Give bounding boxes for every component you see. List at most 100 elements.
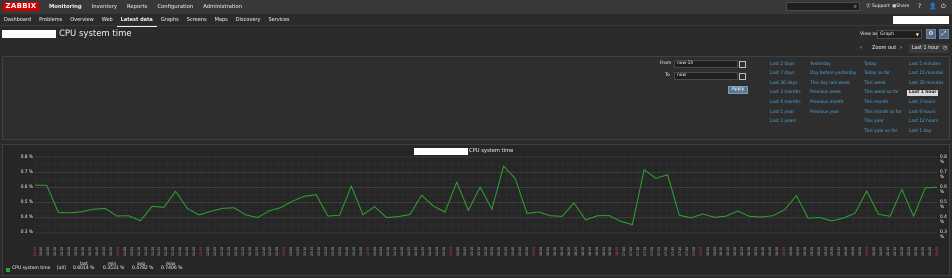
quick-range-link[interactable]: Last 1 day (909, 129, 931, 135)
quick-range-link[interactable]: Today so far (864, 71, 890, 77)
submenu-problems[interactable]: Problems (35, 14, 66, 28)
submenu-graphs[interactable]: Graphs (157, 14, 183, 28)
submenu-maps[interactable]: Maps (211, 14, 232, 28)
title-bar (0, 27, 952, 42)
quick-range-link[interactable]: Last 2 years (770, 119, 796, 125)
quick-range-link[interactable]: Last 30 minutes (909, 81, 944, 87)
fullscreen-button[interactable]: ⤢ (939, 29, 949, 39)
y-tick-label: 0.8 % (20, 155, 33, 160)
quick-range-link[interactable]: Last 3 hours (909, 100, 936, 106)
time-prev-button[interactable]: ‹ (860, 42, 862, 55)
x-tick-label: 14:30 (414, 246, 419, 256)
x-tick-label: 13:15 (310, 246, 314, 256)
legend-avg-value: 0.4782 % (132, 266, 154, 271)
x-tick-label: 11:40 (178, 246, 183, 256)
quick-range-link[interactable]: This month so far (864, 110, 902, 116)
x-tick-label: 18:25 (740, 246, 745, 256)
user-profile-icon[interactable]: 👤 (929, 0, 936, 14)
x-tick-label: 19:30 (830, 246, 835, 256)
quick-range-link[interactable]: This week (864, 81, 885, 87)
submenu-overview[interactable]: Overview (66, 14, 98, 28)
from-input[interactable]: now-1h (674, 60, 738, 68)
quick-range-link[interactable]: Today (864, 62, 876, 68)
submenu-services[interactable]: Services (264, 14, 293, 28)
quick-range-link[interactable]: Last 12 hours (909, 119, 938, 125)
x-tick-label: 11:35 (171, 246, 176, 256)
quick-range-link[interactable]: Last 7 days (770, 71, 795, 77)
clock-icon: ◷ (942, 46, 947, 51)
time-next-button[interactable]: › (900, 42, 902, 55)
x-tick-label: 17:10 (636, 246, 641, 256)
x-tick-label: 14:55 (448, 246, 453, 256)
graph-title: CPU system time (469, 148, 514, 154)
logout-icon[interactable]: ⏻ (941, 0, 946, 14)
quick-range-link[interactable]: Last 6 hours (909, 110, 936, 116)
x-tick-label: 16:55 (615, 246, 620, 256)
menu-inventory[interactable]: Inventory (87, 0, 122, 14)
quick-range-link[interactable]: Previous month (810, 100, 843, 106)
y-tick-label-right: 0.5 % (940, 200, 947, 210)
x-tick-label: 20:20 (899, 246, 904, 256)
quick-range-link[interactable]: Day before yesterday (810, 71, 856, 77)
x-tick-label: 15:10 (469, 246, 474, 256)
submenu-web[interactable]: Web (98, 14, 117, 28)
x-tick-label: 19:15 (809, 246, 814, 256)
quick-range-link[interactable]: Previous year (810, 110, 839, 116)
x-tick-label: 15:30 (497, 246, 502, 256)
quick-range-link[interactable]: This week so far (864, 90, 899, 96)
menu-administration[interactable]: Administration (198, 0, 247, 14)
support-link[interactable]: Ⓩ Support (866, 0, 890, 14)
y-tick-label-right: 0.6 % (940, 185, 947, 195)
to-input[interactable]: now (674, 72, 738, 80)
quick-range-link[interactable]: Last 1 year (770, 110, 794, 116)
x-tick-label: 11:25 (157, 246, 162, 256)
x-tick-label: 12:10 (219, 246, 224, 256)
redacted-host-name (414, 148, 468, 155)
global-search-input[interactable]: ⌕ (786, 2, 860, 11)
x-tick-label: 19:40 (844, 246, 849, 256)
quick-range-link[interactable]: This year (864, 119, 884, 125)
submenu-dashboard[interactable]: Dashboard (0, 14, 35, 28)
quick-range-link[interactable]: This day last week (810, 81, 850, 87)
view-as-select[interactable]: Graph ▼ (877, 30, 922, 39)
x-tick-label: 20:40 (927, 246, 932, 256)
x-tick-label: 15:40 (511, 246, 516, 256)
zabbix-logo[interactable]: ZABBIX (3, 2, 39, 11)
quick-range-link[interactable]: Last 6 months (770, 100, 801, 106)
menu-monitoring[interactable]: Monitoring (44, 0, 87, 14)
y-tick-label-right: 0.4 % (940, 215, 947, 225)
submenu-screens[interactable]: Screens (183, 14, 211, 28)
help-icon[interactable]: ? (918, 0, 921, 14)
time-filter-tab[interactable]: Last 1 hour ◷ (909, 44, 949, 53)
quick-range-link[interactable]: Last 2 days (770, 62, 795, 68)
quick-range-selected[interactable]: Last 1 hour (907, 90, 939, 96)
quick-range-link[interactable]: Yesterday (810, 62, 831, 68)
quick-range-link[interactable]: Previous week (810, 90, 841, 96)
quick-range-link[interactable]: Last 30 days (770, 81, 797, 87)
x-tick-label: 11:55 (199, 246, 203, 256)
x-tick-label: 14:40 (428, 246, 432, 256)
quick-range-link[interactable]: Last 15 minutes (909, 71, 944, 77)
menu-configuration[interactable]: Configuration (152, 0, 198, 14)
quick-range-link[interactable]: This month (864, 100, 888, 106)
calendar-icon[interactable] (739, 61, 746, 68)
refresh-button[interactable]: ⚙ (926, 29, 936, 39)
quick-range-link[interactable]: This year so far (864, 129, 897, 135)
zoom-out-button[interactable]: Zoom out (872, 42, 896, 55)
x-tick-label: 16:25 (573, 246, 578, 256)
quick-range-link[interactable]: Last 5 minutes (909, 62, 941, 68)
submenu-latest-data[interactable]: Latest data (116, 14, 157, 28)
x-tick-label: 15:50 (525, 246, 530, 256)
search-icon[interactable]: ⌕ (854, 3, 857, 11)
x-tick-label: 11:30 (164, 246, 169, 256)
submenu-discovery[interactable]: Discovery (232, 14, 265, 28)
apply-button[interactable]: Apply (728, 86, 748, 94)
share-link[interactable]: ▣Share (892, 0, 909, 14)
calendar-icon[interactable] (739, 73, 746, 80)
quick-range-link[interactable]: Last 3 months (770, 90, 801, 96)
x-tick-label: 15:45 (518, 246, 523, 256)
x-tick-label: 10:15 (60, 246, 65, 256)
menu-reports[interactable]: Reports (122, 0, 152, 14)
x-tick-label: 12:45 (268, 246, 273, 256)
x-tick-label: 09:43 (32, 246, 37, 256)
